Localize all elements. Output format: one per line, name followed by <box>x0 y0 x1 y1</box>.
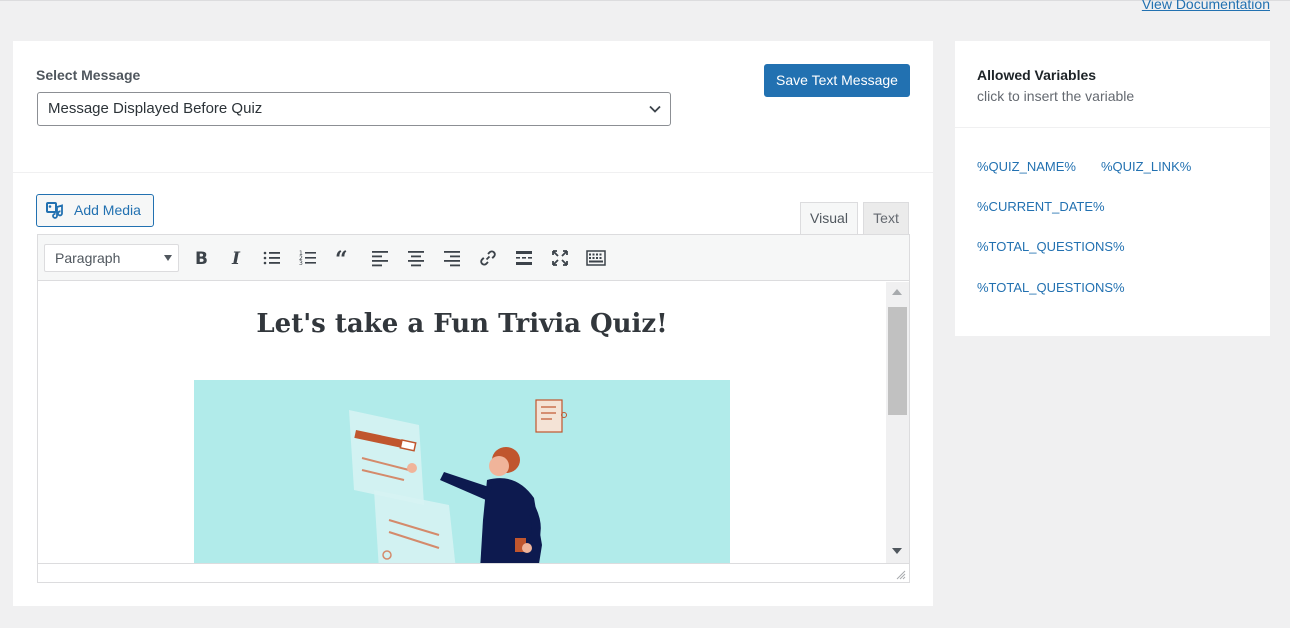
message-panel: Select Message Message Displayed Before … <box>13 41 933 606</box>
read-more-icon <box>516 251 532 265</box>
media-icon <box>46 202 63 219</box>
bullet-list-icon <box>263 251 280 265</box>
blockquote-button[interactable]: “ <box>330 244 358 272</box>
align-right-button[interactable] <box>438 244 466 272</box>
toolbar-toggle-icon <box>586 250 606 266</box>
allowed-variables-subtitle: click to insert the variable <box>977 88 1135 104</box>
editor-statusbar <box>38 563 909 582</box>
svg-text:“: “ <box>335 248 348 268</box>
select-message-label: Select Message <box>36 67 141 83</box>
save-text-message-button[interactable]: Save Text Message <box>764 64 910 97</box>
view-documentation-link[interactable]: View Documentation <box>1142 0 1270 12</box>
variable-current-date[interactable]: %CURRENT_DATE% <box>977 199 1105 214</box>
dropdown-arrow-icon <box>164 255 172 261</box>
variable-total-questions[interactable]: %TOTAL_QUESTIONS% <box>977 239 1125 254</box>
variable-total-questions[interactable]: %TOTAL_QUESTIONS% <box>977 280 1125 295</box>
toolbar-toggle-button[interactable] <box>582 244 610 272</box>
add-media-button[interactable]: Add Media <box>36 194 154 227</box>
tab-visual[interactable]: Visual <box>800 202 858 236</box>
italic-button[interactable]: I <box>222 244 250 272</box>
link-button[interactable] <box>474 244 502 272</box>
message-select[interactable]: Message Displayed Before Quiz <box>37 92 671 126</box>
svg-text:3: 3 <box>299 260 303 267</box>
variable-quiz-link[interactable]: %QUIZ_LINK% <box>1101 159 1191 174</box>
add-media-label: Add Media <box>74 202 141 218</box>
bold-button[interactable]: B <box>186 244 214 272</box>
tab-text[interactable]: Text <box>863 202 909 235</box>
align-left-icon <box>372 251 388 267</box>
editor-toolbar: Paragraph B I 1 2 3 “ <box>38 235 909 281</box>
divider <box>13 172 933 173</box>
message-select-value: Message Displayed Before Quiz <box>48 100 263 117</box>
top-border <box>0 0 1290 1</box>
read-more-button[interactable] <box>510 244 538 272</box>
svg-text:B: B <box>195 249 208 268</box>
fullscreen-icon <box>552 250 568 266</box>
chevron-down-icon <box>649 105 661 113</box>
quiz-illustration <box>194 380 730 563</box>
align-center-icon <box>408 251 424 267</box>
scroll-thumb[interactable] <box>888 307 907 415</box>
allowed-variables-title: Allowed Variables <box>977 67 1097 83</box>
fullscreen-button[interactable] <box>546 244 574 272</box>
bullet-list-button[interactable] <box>258 244 286 272</box>
editor-content[interactable]: Let's take a Fun Trivia Quiz! <box>38 282 886 563</box>
format-select-value: Paragraph <box>55 250 121 266</box>
italic-icon: I <box>231 249 241 268</box>
link-icon <box>480 250 496 266</box>
resize-handle-icon[interactable] <box>896 570 906 580</box>
variable-quiz-name[interactable]: %QUIZ_NAME% <box>977 159 1076 174</box>
scroll-down-arrow-icon[interactable] <box>892 548 902 554</box>
align-right-icon <box>444 251 460 267</box>
content-heading: Let's take a Fun Trivia Quiz! <box>256 309 668 339</box>
quiz-illustration-art <box>349 399 567 563</box>
document-icon <box>535 399 567 433</box>
blockquote-icon: “ <box>335 248 348 268</box>
svg-text:I: I <box>231 249 241 268</box>
scroll-up-arrow-icon[interactable] <box>892 289 902 295</box>
bold-icon: B <box>195 249 208 268</box>
editor-scrollbar[interactable] <box>886 282 909 563</box>
divider <box>955 127 1270 128</box>
allowed-variables-panel: Allowed Variables click to insert the va… <box>955 41 1270 336</box>
format-select[interactable]: Paragraph <box>44 244 179 272</box>
numbered-list-icon: 1 2 3 <box>299 250 316 267</box>
numbered-list-button[interactable]: 1 2 3 <box>294 244 322 272</box>
align-center-button[interactable] <box>402 244 430 272</box>
rich-text-editor: Paragraph B I 1 2 3 “ Let's take a Fun T… <box>37 234 910 583</box>
align-left-button[interactable] <box>366 244 394 272</box>
